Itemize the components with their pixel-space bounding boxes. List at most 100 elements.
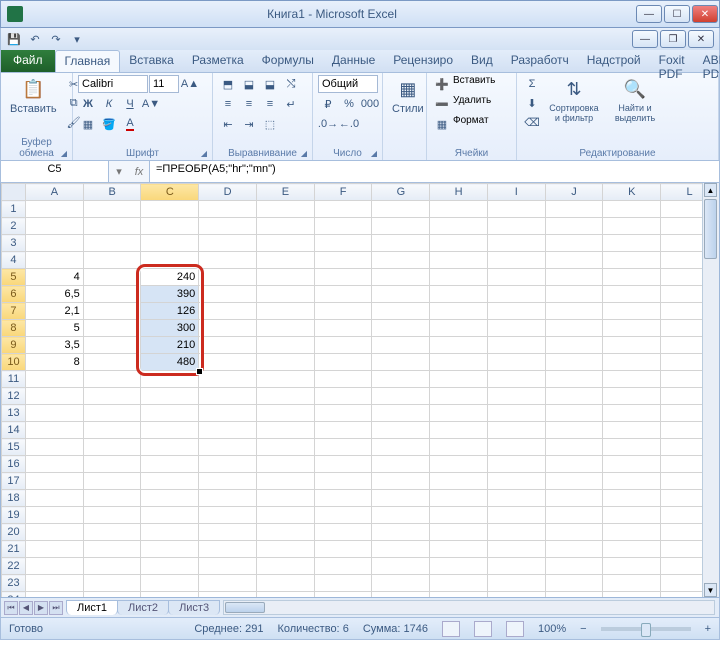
view-normal-icon[interactable]	[442, 621, 460, 637]
zoom-level[interactable]: 100%	[538, 623, 566, 635]
number-launcher-icon[interactable]: ◢	[368, 147, 380, 159]
row-header-15[interactable]: 15	[2, 439, 26, 456]
row-header-21[interactable]: 21	[2, 541, 26, 558]
cell-E1[interactable]	[257, 201, 315, 218]
cell-F15[interactable]	[314, 439, 372, 456]
cell-J17[interactable]	[545, 473, 603, 490]
cell-E20[interactable]	[257, 524, 315, 541]
cell-G13[interactable]	[372, 405, 430, 422]
align-top-icon[interactable]: ⬒	[218, 75, 238, 93]
cell-B7[interactable]	[83, 303, 141, 320]
grow-font-icon[interactable]: A▲	[180, 75, 200, 93]
view-layout-icon[interactable]	[474, 621, 492, 637]
delete-cells-icon[interactable]: ➖	[432, 95, 452, 113]
row-header-6[interactable]: 6	[2, 286, 26, 303]
cell-K21[interactable]	[603, 541, 661, 558]
cell-I14[interactable]	[487, 422, 545, 439]
cell-C4[interactable]	[141, 252, 199, 269]
cell-J24[interactable]	[545, 592, 603, 599]
cell-I20[interactable]	[487, 524, 545, 541]
cell-B1[interactable]	[83, 201, 141, 218]
col-header-B[interactable]: B	[83, 184, 141, 201]
cell-C3[interactable]	[141, 235, 199, 252]
cell-J20[interactable]	[545, 524, 603, 541]
cell-E5[interactable]	[257, 269, 315, 286]
cell-G21[interactable]	[372, 541, 430, 558]
cell-I8[interactable]	[487, 320, 545, 337]
cell-I18[interactable]	[487, 490, 545, 507]
cell-K23[interactable]	[603, 575, 661, 592]
cell-I9[interactable]	[487, 337, 545, 354]
orientation-icon[interactable]: ⤭	[281, 75, 301, 93]
col-header-I[interactable]: I	[487, 184, 545, 201]
cell-I10[interactable]	[487, 354, 545, 371]
cell-G24[interactable]	[372, 592, 430, 599]
bold-icon[interactable]: Ж	[78, 95, 98, 113]
cell-G19[interactable]	[372, 507, 430, 524]
name-box[interactable]: C5	[1, 161, 109, 182]
cell-E13[interactable]	[257, 405, 315, 422]
cell-E15[interactable]	[257, 439, 315, 456]
cell-E14[interactable]	[257, 422, 315, 439]
cell-H16[interactable]	[430, 456, 488, 473]
zoom-out-icon[interactable]: −	[580, 623, 586, 635]
shrink-font-icon[interactable]: A▼	[141, 95, 161, 113]
cell-A24[interactable]	[25, 592, 83, 599]
cell-I17[interactable]	[487, 473, 545, 490]
cell-D7[interactable]	[199, 303, 257, 320]
format-cells-label[interactable]: Формат	[453, 115, 489, 133]
cell-G5[interactable]	[372, 269, 430, 286]
cell-B21[interactable]	[83, 541, 141, 558]
cell-H4[interactable]	[430, 252, 488, 269]
cell-F1[interactable]	[314, 201, 372, 218]
cell-D17[interactable]	[199, 473, 257, 490]
col-header-H[interactable]: H	[430, 184, 488, 201]
cell-G8[interactable]	[372, 320, 430, 337]
cell-A4[interactable]	[25, 252, 83, 269]
find-select-button[interactable]: 🔍 Найти и выделить	[606, 75, 664, 125]
cell-J5[interactable]	[545, 269, 603, 286]
ribbon-tab-рецензиро[interactable]: Рецензиро	[384, 50, 462, 72]
styles-button[interactable]: ▦ Стили	[388, 75, 428, 117]
wb-restore-button[interactable]: ❐	[660, 30, 686, 48]
cell-H14[interactable]	[430, 422, 488, 439]
cell-E6[interactable]	[257, 286, 315, 303]
cell-A16[interactable]	[25, 456, 83, 473]
qat-customize-icon[interactable]: ▾	[68, 30, 86, 48]
cell-H19[interactable]	[430, 507, 488, 524]
sheet-tab-Лист3[interactable]: Лист3	[168, 600, 220, 615]
cell-F20[interactable]	[314, 524, 372, 541]
percent-icon[interactable]: %	[339, 95, 359, 113]
align-bottom-icon[interactable]: ⬓	[260, 75, 280, 93]
cell-G11[interactable]	[372, 371, 430, 388]
cell-G14[interactable]	[372, 422, 430, 439]
cell-K6[interactable]	[603, 286, 661, 303]
cell-J16[interactable]	[545, 456, 603, 473]
cell-H21[interactable]	[430, 541, 488, 558]
col-header-A[interactable]: A	[25, 184, 83, 201]
spreadsheet-grid[interactable]: ABCDEFGHIJKL12345424066,539072,112685300…	[0, 183, 720, 598]
cell-K14[interactable]	[603, 422, 661, 439]
row-header-19[interactable]: 19	[2, 507, 26, 524]
cell-D10[interactable]	[199, 354, 257, 371]
cell-G16[interactable]	[372, 456, 430, 473]
cell-D3[interactable]	[199, 235, 257, 252]
cell-F9[interactable]	[314, 337, 372, 354]
row-header-14[interactable]: 14	[2, 422, 26, 439]
tab-nav-last-icon[interactable]: ⏭	[49, 601, 63, 615]
font-color-icon[interactable]: A	[120, 115, 140, 133]
cell-E21[interactable]	[257, 541, 315, 558]
cell-J6[interactable]	[545, 286, 603, 303]
cell-C23[interactable]	[141, 575, 199, 592]
cell-H2[interactable]	[430, 218, 488, 235]
cell-E18[interactable]	[257, 490, 315, 507]
cell-B10[interactable]	[83, 354, 141, 371]
format-cells-icon[interactable]: ▦	[432, 115, 452, 133]
cell-E11[interactable]	[257, 371, 315, 388]
cell-C13[interactable]	[141, 405, 199, 422]
cell-I11[interactable]	[487, 371, 545, 388]
cell-G18[interactable]	[372, 490, 430, 507]
cell-H15[interactable]	[430, 439, 488, 456]
cell-D12[interactable]	[199, 388, 257, 405]
cell-E19[interactable]	[257, 507, 315, 524]
